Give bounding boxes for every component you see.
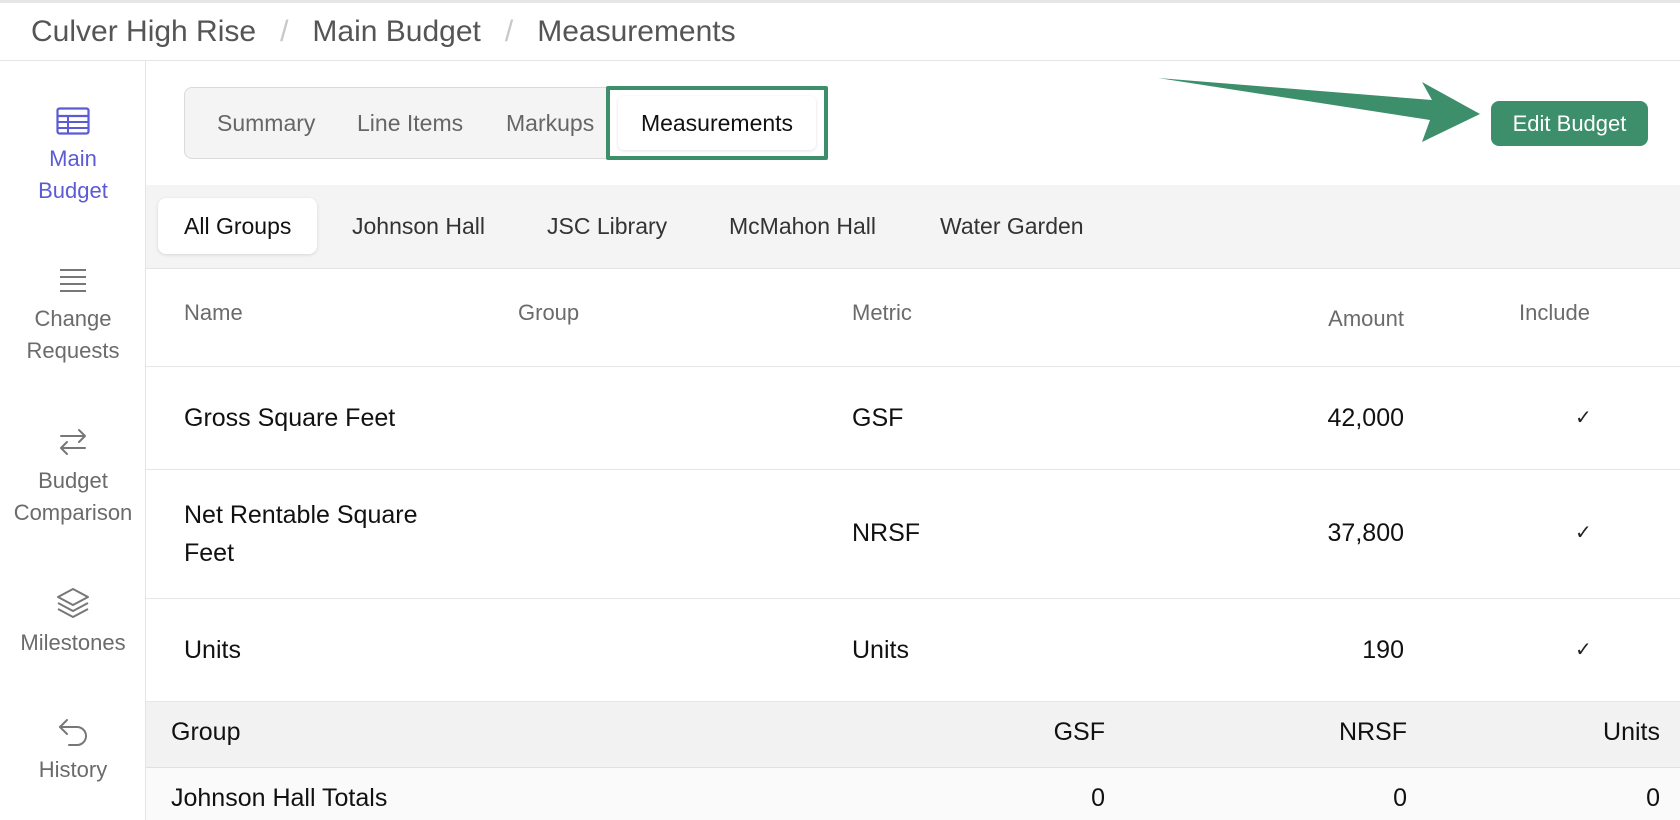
measurements-table: Name Group Metric Amount Include Gross S… (146, 270, 1680, 702)
totals-row-units: 0 (1646, 784, 1660, 812)
totals-row-group: Johnson Hall Totals (171, 784, 388, 812)
totals-header-nrsf: NRSF (1338, 718, 1407, 746)
row-name: Gross Square Feet (184, 404, 396, 432)
sidebar-item-milestones[interactable]: Milestones (0, 587, 146, 659)
group-tab-johnson-hall[interactable]: Johnson Hall (352, 198, 485, 254)
tab-markups[interactable]: Markups (506, 88, 594, 158)
sidebar-item-change-requests[interactable]: Change Requests (0, 267, 146, 367)
totals-row-gsf: 0 (1091, 784, 1105, 812)
sidebar-item-history[interactable]: History (0, 716, 146, 786)
totals-row-nrsf: 0 (1393, 784, 1407, 812)
column-header-include[interactable]: Include (1519, 300, 1590, 326)
group-tab-mcmahon-hall[interactable]: McMahon Hall (729, 198, 876, 254)
totals-row: Johnson Hall Totals 0 0 0 (146, 768, 1680, 820)
table-row[interactable]: Units Units 190 ✓ (146, 599, 1680, 702)
row-amount: 190 (1362, 636, 1404, 664)
list-icon (60, 269, 86, 292)
row-amount: 42,000 (1327, 404, 1404, 432)
include-check-icon: ✓ (1575, 639, 1592, 661)
group-tab-all[interactable]: All Groups (158, 198, 318, 254)
totals-header-units: Units (1603, 718, 1660, 746)
sidebar-item-label: Main (49, 146, 97, 171)
sidebar-item-label: Comparison (13, 500, 133, 525)
column-header-metric[interactable]: Metric (852, 300, 912, 326)
row-metric: GSF (852, 404, 904, 432)
sidebar-item-label: Milestones (20, 630, 126, 655)
sidebar-item-label: Change (34, 306, 112, 331)
breadcrumb-separator: / (280, 14, 289, 48)
sidebar-item-label: Requests (26, 338, 120, 363)
table-header: Name Group Metric Amount Include (146, 270, 1680, 367)
sidebar-item-budget-comparison[interactable]: Budget Comparison (0, 427, 146, 529)
layers-icon (57, 588, 89, 618)
totals-header: Group GSF NRSF Units (146, 702, 1680, 768)
totals-header-gsf: GSF (1053, 718, 1105, 746)
table-row[interactable]: Net Rentable Square Feet NRSF 37,800 ✓ (146, 470, 1680, 599)
breadcrumb: Culver High Rise / Main Budget / Measure… (0, 0, 1680, 61)
include-check-icon: ✓ (1575, 522, 1592, 544)
swap-icon (60, 429, 86, 455)
include-check-icon: ✓ (1575, 407, 1592, 429)
sidebar-item-main-budget[interactable]: Main Budget (0, 107, 146, 207)
row-amount: 37,800 (1327, 519, 1404, 547)
column-header-name[interactable]: Name (184, 300, 243, 326)
table-row[interactable]: Gross Square Feet GSF 42,000 ✓ (146, 367, 1680, 470)
table-icon (56, 107, 90, 135)
undo-icon (59, 719, 87, 746)
row-metric: Units (852, 636, 909, 664)
group-tab-jsc-library[interactable]: JSC Library (547, 198, 667, 254)
pointer-arrow-icon (1158, 78, 1480, 142)
sidebar: Main Budget Change Requests Budget Compa… (0, 61, 146, 820)
row-name-line: Net Rentable Square (184, 501, 418, 529)
tab-highlight: Measurements (606, 86, 828, 160)
sidebar-item-label: Budget (38, 178, 108, 203)
column-header-amount[interactable]: Amount (1328, 306, 1404, 332)
group-totals-table: Group GSF NRSF Units Johnson Hall Totals… (146, 702, 1680, 820)
row-metric: NRSF (852, 519, 921, 547)
edit-budget-button[interactable]: Edit Budget (1491, 101, 1648, 146)
row-name-line: Feet (184, 539, 235, 567)
tab-line-items[interactable]: Line Items (357, 88, 463, 158)
breadcrumb-project[interactable]: Culver High Rise (31, 15, 256, 49)
row-name: Units (184, 636, 241, 664)
breadcrumb-current: Measurements (537, 14, 736, 48)
totals-header-group: Group (171, 718, 241, 746)
sidebar-item-label: History (38, 757, 108, 782)
breadcrumb-budget[interactable]: Main Budget (312, 15, 480, 49)
sidebar-item-label: Budget (38, 468, 108, 493)
breadcrumb-separator: / (504, 14, 514, 48)
group-filter-bar: All Groups Johnson Hall JSC Library McMa… (146, 185, 1680, 269)
tab-summary[interactable]: Summary (217, 88, 315, 158)
group-tab-water-garden[interactable]: Water Garden (940, 198, 1084, 254)
row-name: Net Rentable Square Feet (184, 496, 417, 572)
column-header-group[interactable]: Group (518, 300, 579, 326)
tab-measurements[interactable]: Measurements (618, 96, 816, 150)
